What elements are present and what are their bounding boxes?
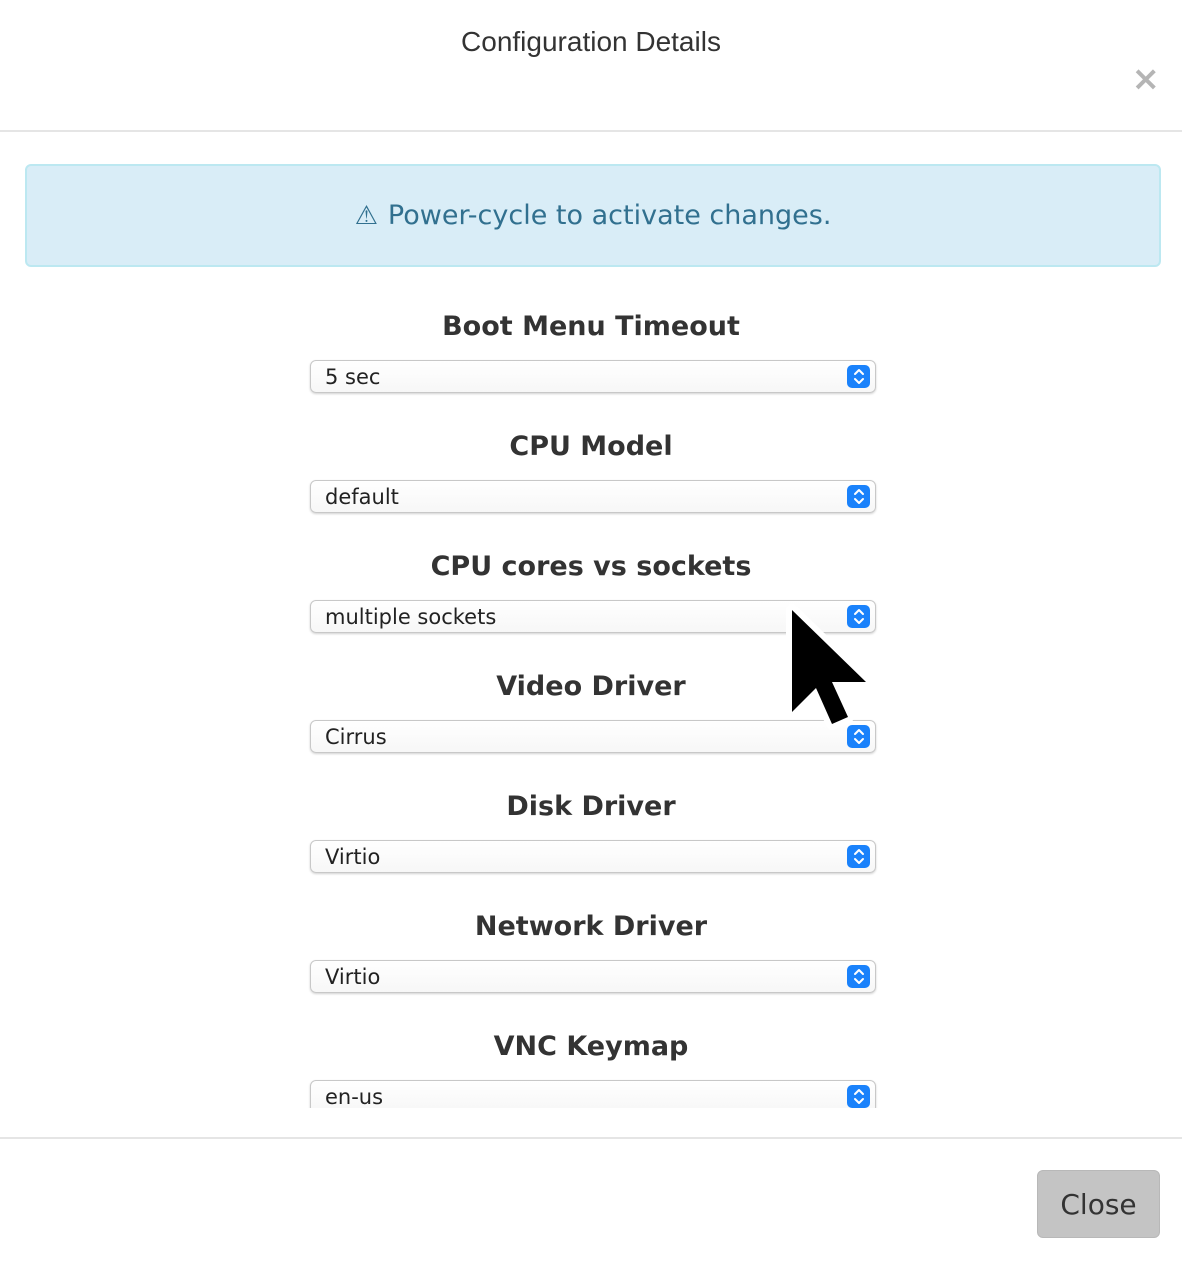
close-button[interactable]: Close [1037, 1170, 1160, 1238]
chevron-updown-icon [847, 605, 870, 628]
boot-menu-timeout-select[interactable]: 5 sec [310, 360, 876, 393]
dialog-title: Configuration Details [461, 26, 721, 57]
cpu-cores-vs-sockets-select[interactable]: multiple sockets [310, 600, 876, 633]
chevron-updown-icon [847, 845, 870, 868]
dialog-body: ⚠ Power-cycle to activate changes. Boot … [0, 132, 1182, 1108]
select-value: Cirrus [325, 725, 387, 749]
vnc-keymap-select[interactable]: en-us [310, 1080, 876, 1108]
field-label: CPU cores vs sockets [430, 551, 752, 582]
chevron-updown-icon [847, 485, 870, 508]
select-value: default [325, 485, 399, 509]
cpu-model-select[interactable]: default [310, 480, 876, 513]
close-icon[interactable]: × [1132, 62, 1161, 96]
chevron-updown-icon [847, 965, 870, 988]
configuration-dialog: Configuration Details × ⚠ Power-cycle to… [0, 0, 1182, 1264]
chevron-updown-icon [847, 725, 870, 748]
field-label: CPU Model [509, 431, 673, 462]
select-value: 5 sec [325, 365, 381, 389]
field-label: Video Driver [496, 671, 686, 702]
field-label: Disk Driver [506, 791, 676, 822]
select-value: en-us [325, 1085, 384, 1108]
warning-icon: ⚠ [354, 200, 378, 231]
disk-driver-select[interactable]: Virtio [310, 840, 876, 873]
chevron-updown-icon [847, 1085, 870, 1108]
video-driver-select[interactable]: Cirrus [310, 720, 876, 753]
select-value: Virtio [325, 965, 381, 989]
chevron-updown-icon [847, 365, 870, 388]
dialog-footer: Close [0, 1137, 1182, 1264]
select-value: Virtio [325, 845, 381, 869]
network-driver-select[interactable]: Virtio [310, 960, 876, 993]
field-label: Network Driver [474, 911, 708, 942]
info-alert: ⚠ Power-cycle to activate changes. [25, 164, 1161, 267]
dialog-header: Configuration Details × [0, 0, 1182, 132]
field-label: Boot Menu Timeout [442, 311, 740, 342]
select-value: multiple sockets [325, 605, 497, 629]
field-label: VNC Keymap [493, 1031, 689, 1062]
alert-message: Power-cycle to activate changes. [387, 200, 832, 231]
